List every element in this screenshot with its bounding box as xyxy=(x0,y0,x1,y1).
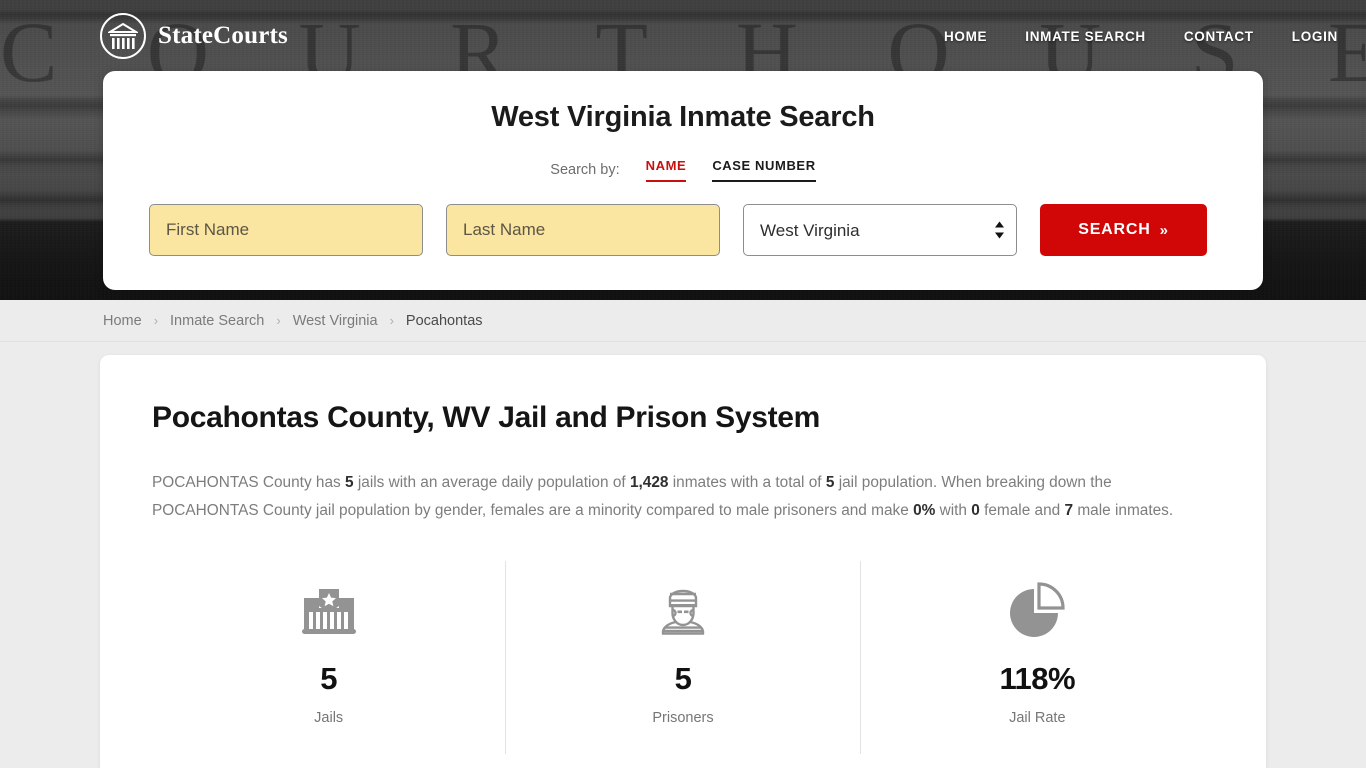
nav-inmate-search[interactable]: INMATE SEARCH xyxy=(1025,29,1146,44)
top-bar: StateCourts HOME INMATE SEARCH CONTACT L… xyxy=(0,0,1366,72)
summary-text: jails with an average daily population o… xyxy=(353,474,630,491)
stat-jail-rate: 118% Jail Rate xyxy=(859,561,1214,754)
search-by-row: Search by: NAME CASE NUMBER xyxy=(149,158,1217,182)
main-navigation: HOME INMATE SEARCH CONTACT LOGIN xyxy=(944,29,1338,44)
inmate-search-card: West Virginia Inmate Search Search by: N… xyxy=(103,71,1263,290)
nav-login[interactable]: LOGIN xyxy=(1292,29,1338,44)
last-name-input[interactable] xyxy=(446,204,720,256)
stat-prisoners: 5 Prisoners xyxy=(505,561,859,754)
hero-header: C O U R T H O U S E StateCourts HOME INM… xyxy=(0,0,1366,300)
stat-jails-label: Jails xyxy=(314,710,344,726)
chevron-right-icon: › xyxy=(389,313,394,328)
tab-search-by-case-number[interactable]: CASE NUMBER xyxy=(712,158,816,182)
search-card-title: West Virginia Inmate Search xyxy=(491,101,875,133)
summary-male-count: 7 xyxy=(1064,502,1074,519)
breadcrumb-item-home[interactable]: Home xyxy=(103,313,142,329)
county-content-card: Pocahontas County, WV Jail and Prison Sy… xyxy=(100,355,1266,768)
chevron-right-icon: › xyxy=(153,313,159,328)
search-by-label: Search by: xyxy=(550,162,620,178)
state-select-wrapper: West Virginia xyxy=(743,204,1017,256)
search-form: West Virginia SEARCH » xyxy=(149,204,1217,256)
nav-home[interactable]: HOME xyxy=(944,29,987,44)
summary-avg-daily-population: 1,428 xyxy=(629,474,669,491)
tab-search-by-name[interactable]: NAME xyxy=(645,158,687,182)
stats-row: 5 Jails 5 Prisoners 118% Jail Rate xyxy=(152,561,1214,754)
summary-jails-count: 5 xyxy=(345,474,354,491)
brand-name: StateCourts xyxy=(158,22,288,49)
first-name-input[interactable] xyxy=(149,204,423,256)
stat-prisoners-value: 5 xyxy=(674,661,692,696)
pie-chart-icon xyxy=(861,577,1214,643)
nav-contact[interactable]: CONTACT xyxy=(1184,29,1254,44)
state-select[interactable]: West Virginia xyxy=(743,204,1017,256)
search-button-label: SEARCH xyxy=(1078,221,1151,238)
breadcrumb-item-west-virginia[interactable]: West Virginia xyxy=(293,313,378,329)
summary-text: male inmates. xyxy=(1073,502,1174,519)
double-chevron-right-icon: » xyxy=(1159,221,1169,239)
summary-text: inmates with a total of xyxy=(668,474,826,491)
breadcrumb: Home › Inmate Search › West Virginia › P… xyxy=(0,300,1366,342)
county-summary-paragraph: POCAHONTAS County has 5 jails with an av… xyxy=(152,469,1214,525)
courthouse-logo-icon xyxy=(100,13,146,59)
summary-text: POCAHONTAS County has xyxy=(152,474,346,491)
stat-jail-rate-value: 118% xyxy=(999,661,1076,696)
breadcrumb-item-pocahontas: Pocahontas xyxy=(405,312,483,329)
summary-female-percent: 0% xyxy=(913,502,936,519)
search-button[interactable]: SEARCH » xyxy=(1040,204,1207,256)
summary-text: female and xyxy=(979,502,1065,519)
brand[interactable]: StateCourts xyxy=(100,13,288,59)
breadcrumb-item-inmate-search[interactable]: Inmate Search xyxy=(170,313,264,329)
stat-jails-value: 5 xyxy=(320,661,338,696)
prisoner-icon xyxy=(506,577,859,643)
stat-jails: 5 Jails xyxy=(152,561,505,754)
stat-jail-rate-label: Jail Rate xyxy=(1009,710,1066,726)
stat-prisoners-label: Prisoners xyxy=(652,710,714,726)
chevron-right-icon: › xyxy=(276,313,281,328)
summary-text: with xyxy=(935,502,972,519)
page-title: Pocahontas County, WV Jail and Prison Sy… xyxy=(152,401,821,434)
jail-building-icon xyxy=(152,577,505,643)
summary-female-count: 0 xyxy=(971,502,980,519)
